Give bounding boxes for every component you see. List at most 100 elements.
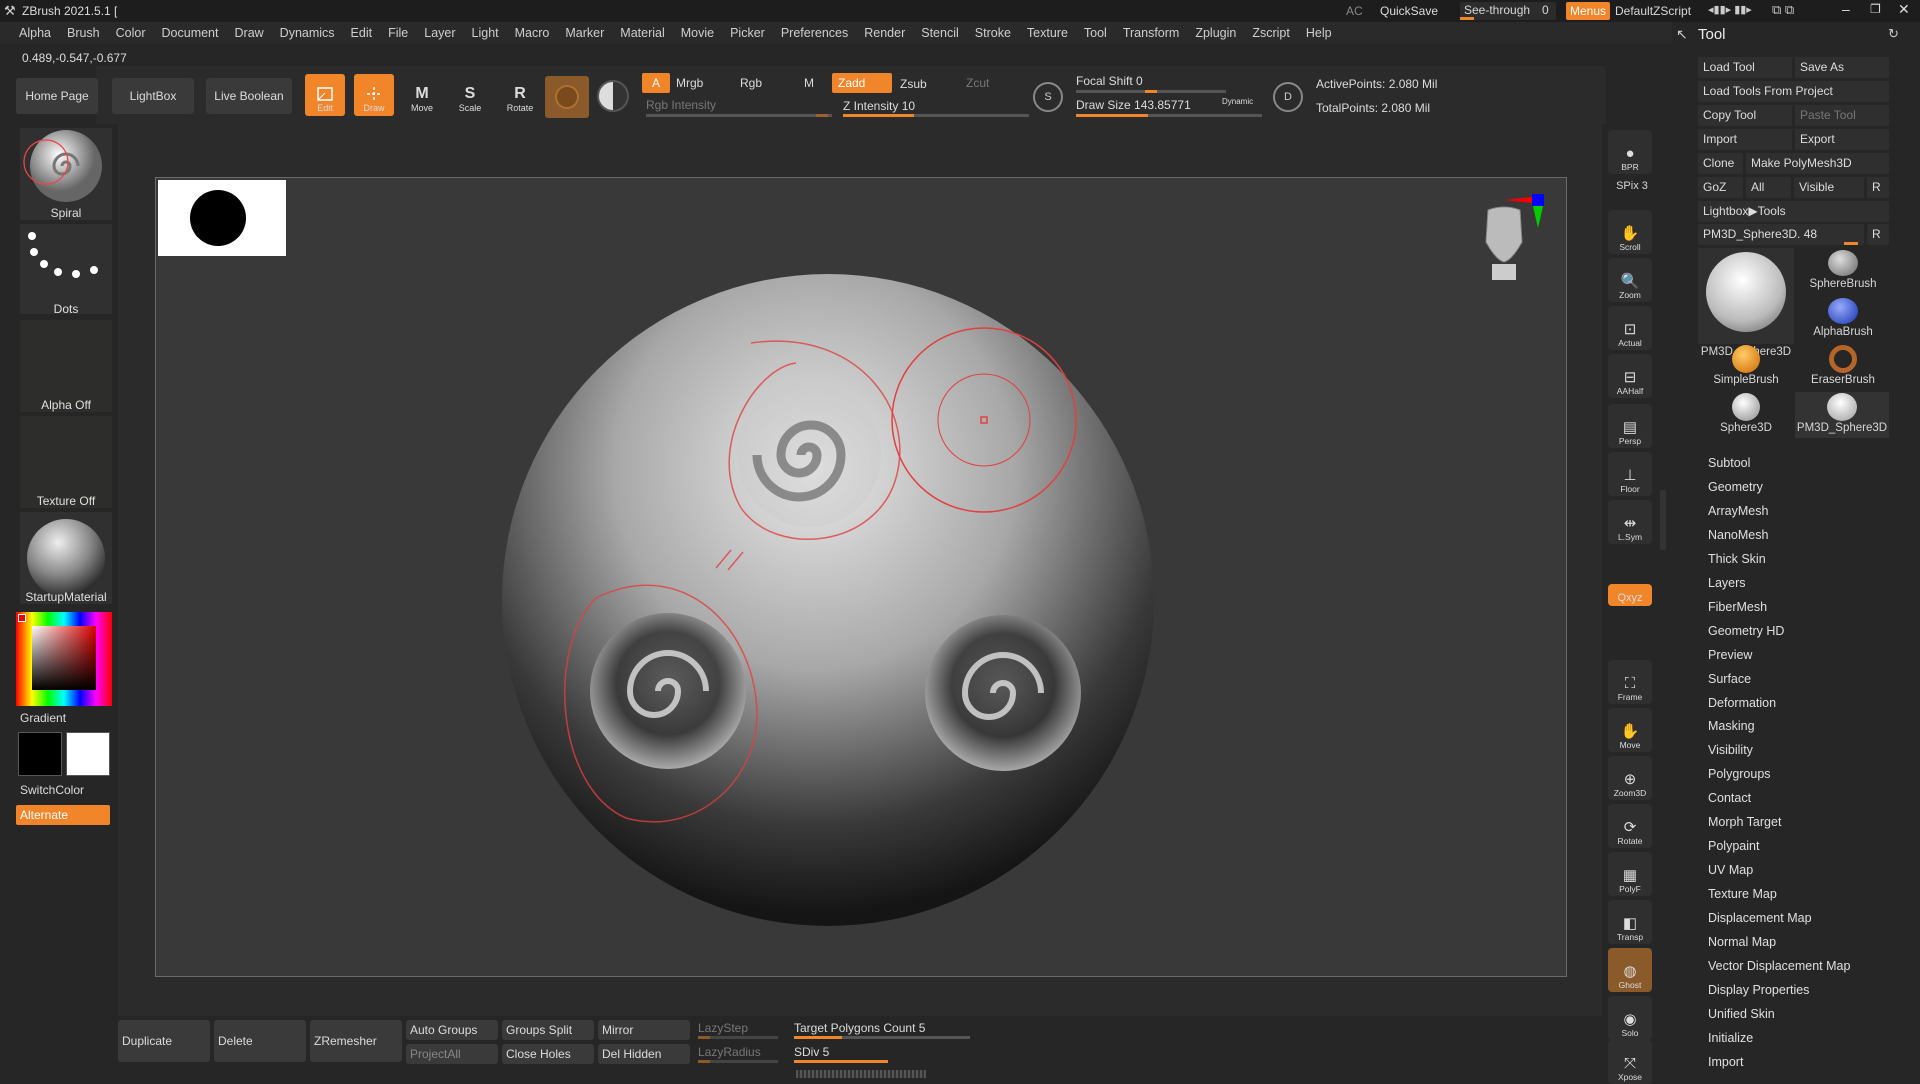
rgb-toggle[interactable]: Rgb bbox=[740, 76, 762, 90]
move-view-button[interactable]: ✋ Move bbox=[1608, 708, 1652, 752]
duplicate-button[interactable]: Duplicate bbox=[118, 1020, 210, 1062]
clone-button[interactable]: Clone bbox=[1698, 153, 1743, 174]
delete-button[interactable]: Delete bbox=[214, 1020, 306, 1062]
menu-item-color[interactable]: Color bbox=[108, 22, 154, 44]
menu-item-macro[interactable]: Macro bbox=[507, 22, 558, 44]
z-intensity-slider[interactable] bbox=[843, 114, 1029, 117]
groups-split-button[interactable]: Groups Split bbox=[502, 1020, 594, 1040]
edit-button[interactable]: Edit bbox=[305, 74, 345, 116]
draw-size-slider[interactable] bbox=[1076, 114, 1262, 117]
persp-button[interactable]: ▤ Persp bbox=[1608, 404, 1652, 448]
frame-button[interactable]: ⛶ Frame bbox=[1608, 660, 1652, 704]
tool-thumb-pm3d[interactable]: PM3D_Sphere3D bbox=[1698, 248, 1794, 358]
menu-item-picker[interactable]: Picker bbox=[722, 22, 773, 44]
tool-thumb-spherebrush[interactable]: SphereBrush bbox=[1797, 248, 1889, 294]
bottom-drag-handle[interactable] bbox=[796, 1070, 926, 1078]
m-toggle[interactable]: M bbox=[804, 76, 814, 90]
section-import[interactable]: Import bbox=[1708, 1050, 1743, 1074]
section-texture-map[interactable]: Texture Map bbox=[1708, 882, 1777, 906]
current-tool-slider[interactable]: PM3D_Sphere3D. 48 bbox=[1698, 224, 1864, 245]
quicksave-button[interactable]: QuickSave bbox=[1380, 4, 1438, 18]
scale-button[interactable]: S Scale bbox=[450, 74, 490, 116]
target-polygons-slider[interactable] bbox=[794, 1036, 970, 1039]
zcut-toggle[interactable]: Zcut bbox=[966, 76, 989, 90]
color-picker[interactable] bbox=[16, 612, 112, 706]
load-from-project-button[interactable]: Load Tools From Project bbox=[1698, 81, 1889, 102]
import-button[interactable]: Import bbox=[1698, 129, 1792, 150]
section-morph-target[interactable]: Morph Target bbox=[1708, 810, 1781, 834]
section-normal-map[interactable]: Normal Map bbox=[1708, 930, 1776, 954]
home-page-button[interactable]: Home Page bbox=[16, 78, 98, 114]
a-toggle[interactable]: A bbox=[642, 73, 670, 93]
menu-item-brush[interactable]: Brush bbox=[59, 22, 108, 44]
mrgb-toggle[interactable]: Mrgb bbox=[676, 76, 703, 90]
section-deformation[interactable]: Deformation bbox=[1708, 691, 1776, 715]
zsub-toggle[interactable]: Zsub bbox=[900, 77, 927, 91]
visible-button[interactable]: Visible bbox=[1794, 177, 1864, 198]
tool-thumb-simplebrush[interactable]: SimpleBrush bbox=[1698, 344, 1794, 390]
menu-item-marker[interactable]: Marker bbox=[557, 22, 612, 44]
del-hidden-button[interactable]: Del Hidden bbox=[598, 1044, 690, 1064]
zoom3d-button[interactable]: ⊕ Zoom3D bbox=[1608, 756, 1652, 800]
material-swatch-button[interactable] bbox=[545, 76, 589, 118]
menu-item-help[interactable]: Help bbox=[1298, 22, 1340, 44]
tool-thumb-pm3d-2[interactable]: PM3D_Sphere3D bbox=[1795, 392, 1889, 438]
save-as-button[interactable]: Save As bbox=[1795, 57, 1889, 78]
goz-button[interactable]: GoZ bbox=[1698, 177, 1743, 198]
script-label[interactable]: DefaultZScript bbox=[1615, 4, 1691, 18]
menu-item-tool[interactable]: Tool bbox=[1076, 22, 1115, 44]
menu-item-dynamics[interactable]: Dynamics bbox=[272, 22, 343, 44]
s-dynamic-icon[interactable]: S bbox=[1033, 82, 1063, 112]
bpr-button[interactable]: ● BPR bbox=[1608, 130, 1652, 174]
zadd-toggle[interactable]: Zadd bbox=[832, 73, 892, 93]
move-button[interactable]: M Move bbox=[402, 74, 442, 116]
floor-button[interactable]: ⊥ Floor bbox=[1608, 452, 1652, 496]
solo-button[interactable]: ◉ Solo bbox=[1608, 996, 1652, 1040]
menu-item-zscript[interactable]: Zscript bbox=[1244, 22, 1298, 44]
tool-thumb-sphere3d[interactable]: Sphere3D bbox=[1698, 392, 1794, 438]
section-nanomesh[interactable]: NanoMesh bbox=[1708, 523, 1768, 547]
close-icon[interactable]: ✕ bbox=[1898, 1, 1910, 18]
menu-item-edit[interactable]: Edit bbox=[343, 22, 381, 44]
transp-button[interactable]: ◧ Transp bbox=[1608, 900, 1652, 944]
section-surface[interactable]: Surface bbox=[1708, 667, 1751, 691]
lightbox-tools-button[interactable]: Lightbox▶Tools bbox=[1698, 201, 1889, 222]
focal-shift-slider[interactable] bbox=[1076, 90, 1226, 93]
window-layout-icon[interactable]: ⧉ ⧉ bbox=[1772, 2, 1794, 18]
export-button[interactable]: Export bbox=[1795, 129, 1889, 150]
projectall-button[interactable]: ProjectAll bbox=[406, 1044, 498, 1064]
color-selector[interactable] bbox=[18, 614, 26, 622]
minimize-icon[interactable]: – bbox=[1842, 1, 1850, 17]
palette-pin-icon[interactable]: ↖ bbox=[1676, 26, 1688, 43]
lightbox-button[interactable]: LightBox bbox=[112, 78, 194, 114]
canvas[interactable] bbox=[155, 177, 1567, 977]
layout-arrows-icon[interactable]: ◂▮▮▸ ▮▮▸ bbox=[1708, 3, 1752, 16]
zremesher-button[interactable]: ZRemesher bbox=[310, 1020, 402, 1062]
menu-item-transform[interactable]: Transform bbox=[1115, 22, 1188, 44]
menu-item-draw[interactable]: Draw bbox=[227, 22, 272, 44]
load-tool-button[interactable]: Load Tool bbox=[1698, 57, 1792, 78]
lazyradius-track[interactable] bbox=[698, 1060, 778, 1063]
make-polymesh-button[interactable]: Make PolyMesh3D bbox=[1746, 153, 1889, 174]
dynamic-label[interactable]: Dynamic bbox=[1222, 97, 1253, 106]
viewport-model[interactable] bbox=[156, 178, 1568, 978]
xyz-button[interactable]: Qxyz bbox=[1608, 584, 1652, 606]
switchcolor-button[interactable]: SwitchColor bbox=[20, 783, 84, 797]
menu-item-light[interactable]: Light bbox=[464, 22, 507, 44]
section-visibility[interactable]: Visibility bbox=[1708, 738, 1753, 762]
menu-item-material[interactable]: Material bbox=[612, 22, 672, 44]
rotate-button[interactable]: R Rotate bbox=[500, 74, 540, 116]
color-swatch-button[interactable] bbox=[597, 80, 629, 112]
all-button[interactable]: All bbox=[1746, 177, 1791, 198]
section-geometry-hd[interactable]: Geometry HD bbox=[1708, 619, 1784, 643]
menus-button[interactable]: Menus bbox=[1566, 2, 1610, 20]
section-contact[interactable]: Contact bbox=[1708, 786, 1751, 810]
section-uv-map[interactable]: UV Map bbox=[1708, 858, 1753, 882]
section-display-properties[interactable]: Display Properties bbox=[1708, 978, 1809, 1002]
section-preview[interactable]: Preview bbox=[1708, 643, 1752, 667]
live-boolean-button[interactable]: Live Boolean bbox=[206, 78, 292, 114]
section-initialize[interactable]: Initialize bbox=[1708, 1026, 1753, 1050]
section-vector-displacement-map[interactable]: Vector Displacement Map bbox=[1708, 954, 1850, 978]
d-dynamic-icon[interactable]: D bbox=[1273, 82, 1303, 112]
menu-item-stencil[interactable]: Stencil bbox=[913, 22, 967, 44]
